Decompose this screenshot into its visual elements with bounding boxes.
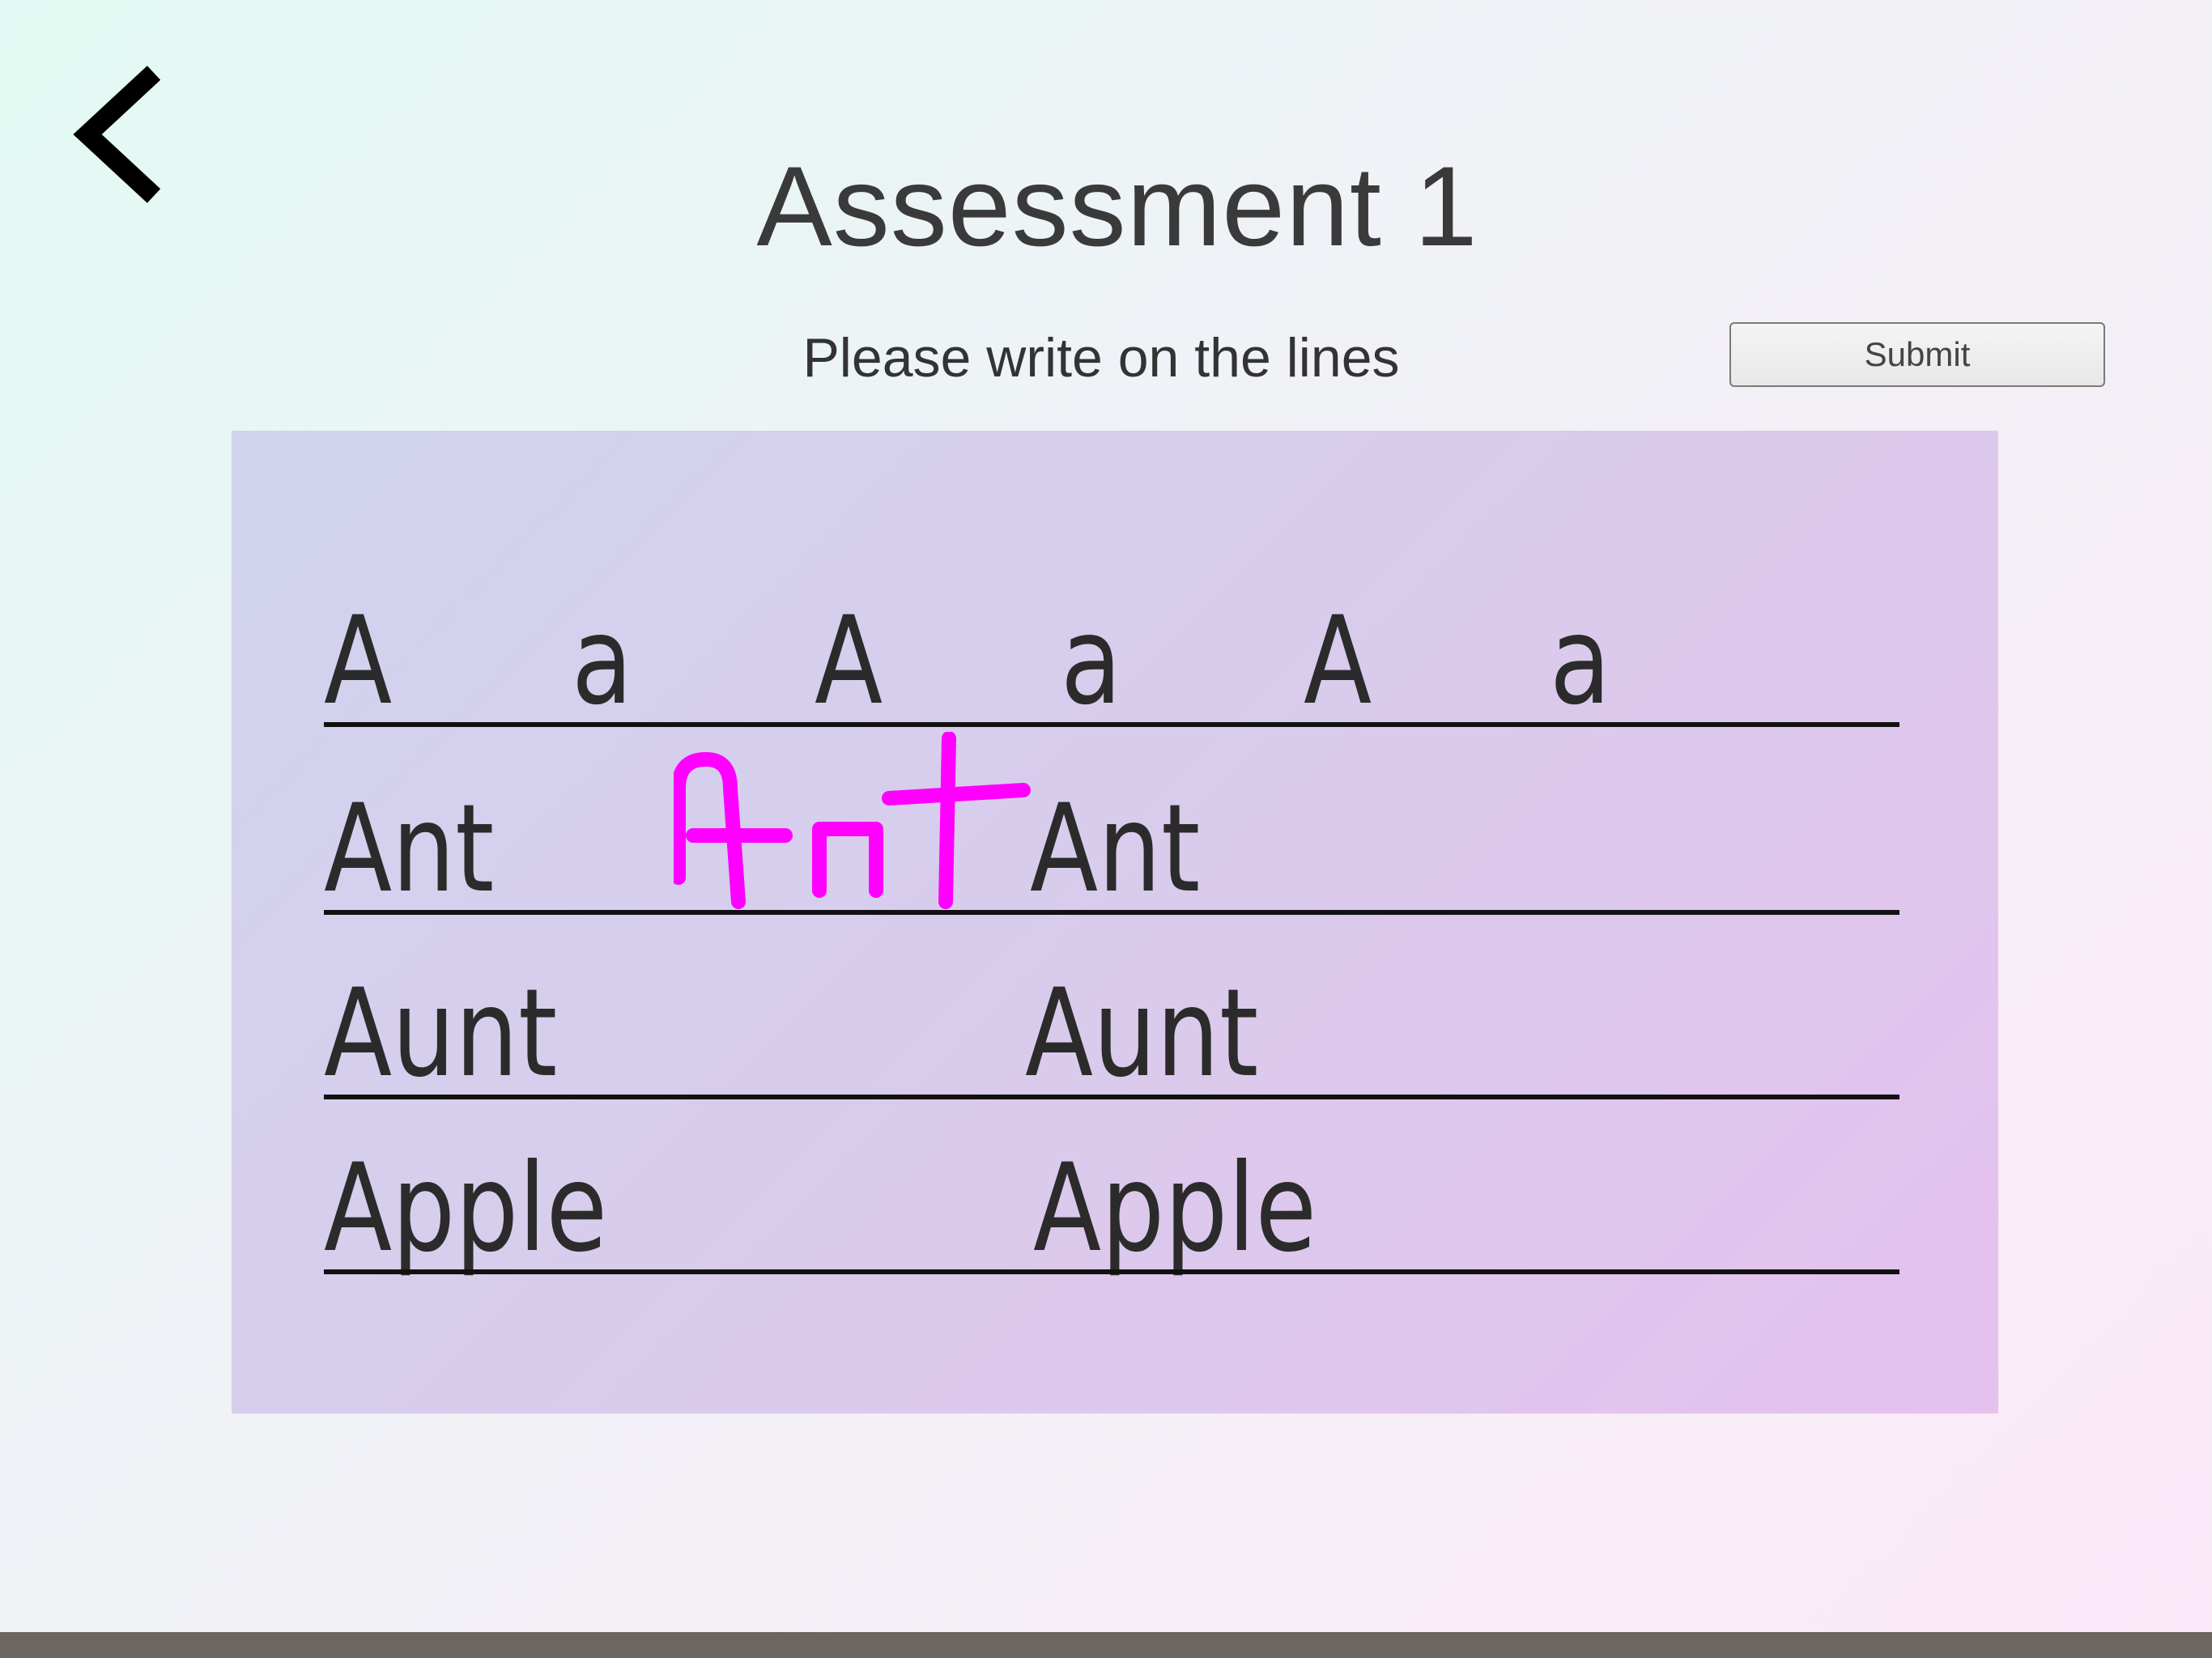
worksheet-letter: A	[815, 591, 883, 732]
writing-line	[324, 722, 1899, 727]
worksheet-row-ant: Ant Ant	[324, 789, 1899, 915]
worksheet-word: Ant	[1030, 779, 1201, 920]
bottom-system-bar	[0, 1632, 2212, 1658]
worksheet-letter: a	[572, 591, 633, 732]
writing-worksheet[interactable]: A a A a A a Ant Ant Aunt Aunt Apple Appl…	[232, 431, 1998, 1414]
submit-button[interactable]: Submit	[1729, 322, 2105, 387]
worksheet-letter: a	[1550, 591, 1611, 732]
writing-line	[324, 1095, 1899, 1099]
writing-line	[324, 1269, 1899, 1274]
worksheet-letter: a	[1061, 591, 1122, 732]
worksheet-row-aunt: Aunt Aunt	[324, 973, 1899, 1099]
handwritten-ant-stroke	[674, 732, 1046, 910]
worksheet-word: Aunt	[1025, 963, 1259, 1104]
writing-line	[324, 910, 1899, 915]
worksheet-letter: A	[324, 591, 393, 732]
worksheet-letter: A	[1304, 591, 1372, 732]
worksheet-row-apple: Apple Apple	[324, 1148, 1899, 1274]
worksheet-word: Apple	[1033, 1138, 1317, 1279]
worksheet-word: Aunt	[324, 963, 558, 1104]
page-title: Assessment 1	[756, 142, 1478, 270]
worksheet-word: Apple	[324, 1138, 608, 1279]
worksheet-row-letters: A a A a A a	[324, 601, 1899, 727]
worksheet-word: Ant	[324, 779, 495, 920]
